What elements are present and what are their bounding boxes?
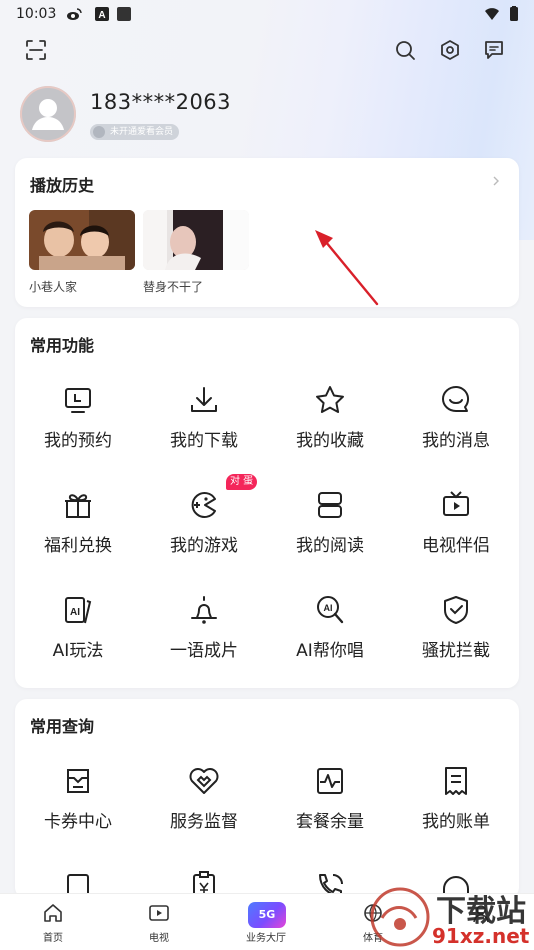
tab-label: 业务大厅 [246, 933, 286, 944]
heart-handshake-icon [189, 768, 219, 794]
ai-cards-icon: AI [65, 597, 92, 624]
shield-check-icon [444, 596, 468, 624]
vip-status-label: 未开通爱看会员 [110, 127, 174, 137]
function-tv-companion[interactable]: 电视伴侣 [393, 489, 519, 579]
5g-icon: 5G [248, 902, 286, 928]
query-service-supervision[interactable]: 服务监督 [141, 765, 267, 855]
vip-icon [93, 126, 105, 138]
common-functions-title: 常用功能 [30, 336, 95, 355]
function-label: 我的阅读 [296, 536, 364, 556]
top-toolbar [0, 36, 534, 66]
bill-icon [445, 767, 467, 795]
wifi-icon [485, 8, 499, 20]
gear-icon [441, 40, 459, 60]
history-thumb-2[interactable] [143, 210, 249, 270]
function-favorites[interactable]: 我的收藏 [267, 384, 393, 474]
function-label: 电视伴侣 [422, 536, 490, 556]
query-label: 套餐余量 [296, 812, 364, 832]
user-phone[interactable]: 183****2063 [90, 90, 231, 114]
annotation-arrow-icon [315, 230, 379, 306]
query-coupons[interactable]: 卡券中心 [15, 765, 141, 855]
function-label: 我的消息 [422, 431, 490, 451]
function-label: AI帮你唱 [296, 641, 364, 661]
vip-status-badge[interactable]: 未开通爱看会员 [90, 124, 180, 140]
function-download[interactable]: 我的下载 [141, 384, 267, 474]
tab-label: 电视 [149, 933, 169, 944]
game-icon [191, 492, 216, 518]
weibo-icon [67, 8, 82, 20]
star-icon [316, 386, 344, 413]
tab-label: 首页 [43, 933, 63, 944]
tv-icon [149, 905, 169, 921]
settings-button[interactable] [436, 36, 464, 64]
status-time: 10:03 [16, 6, 57, 22]
avatar[interactable] [20, 86, 76, 142]
battery-icon [510, 6, 518, 21]
function-ai-play[interactable]: AI AI玩法 [15, 594, 141, 684]
history-label-1: 小巷人家 [29, 280, 78, 294]
game-badge: 对 蛋 [226, 474, 258, 490]
tab-business-hall[interactable]: 5G 业务大厅 [213, 894, 319, 950]
function-reservation[interactable]: 我的预约 [15, 384, 141, 474]
query-plan-balance[interactable]: 套餐余量 [267, 765, 393, 855]
query-label: 我的账单 [422, 812, 490, 832]
a-letter-icon: A [95, 7, 109, 21]
common-queries-title: 常用查询 [30, 717, 95, 736]
function-rewards[interactable]: 福利兑换 [15, 489, 141, 579]
svg-text:AI: AI [70, 607, 80, 618]
function-label: 骚扰拦截 [422, 641, 490, 661]
function-label: 我的下载 [170, 431, 238, 451]
user-avatar-icon [20, 86, 76, 142]
scan-button[interactable] [22, 36, 50, 64]
common-queries-card: 常用查询 卡券中心 服务监督 套餐余量 我的账单 [15, 699, 519, 899]
bell-icon [191, 596, 217, 624]
function-messages[interactable]: 我的消息 [393, 384, 519, 474]
function-label: 我的游戏 [170, 536, 238, 556]
tv-play-icon [443, 491, 469, 516]
download-icon [191, 387, 217, 412]
history-card: 播放历史 小巷人家 替身不干了 [15, 158, 519, 307]
query-my-bill[interactable]: 我的账单 [393, 765, 519, 855]
tab-tv[interactable]: 电视 [106, 894, 212, 950]
function-ai-sing[interactable]: AI AI帮你唱 [267, 594, 393, 684]
history-thumb-image [143, 210, 249, 270]
message-smile-icon [442, 385, 470, 412]
coupon-icon [67, 769, 89, 793]
watermark-url: 91xz.net [432, 924, 530, 948]
chat-icon [485, 41, 503, 59]
chevron-right-icon[interactable] [491, 176, 501, 186]
query-label: 服务监督 [170, 812, 238, 832]
tab-home[interactable]: 首页 [0, 894, 106, 950]
ai-mic-icon: AI [317, 596, 344, 624]
search-icon [396, 41, 415, 60]
function-label: 我的预约 [44, 431, 112, 451]
query-label: 卡券中心 [44, 812, 112, 832]
status-bar: 10:03 A [0, 0, 534, 28]
function-label: 我的收藏 [296, 431, 364, 451]
function-label: 一语成片 [170, 641, 238, 661]
home-icon [44, 904, 62, 922]
history-thumb-image [29, 210, 135, 270]
svg-text:A: A [98, 10, 105, 21]
scan-icon [26, 40, 46, 60]
function-spam-block[interactable]: 骚扰拦截 [393, 594, 519, 684]
history-thumb-1[interactable] [29, 210, 135, 270]
search-button[interactable] [391, 36, 419, 64]
pulse-icon [317, 768, 343, 794]
function-label: AI玩法 [52, 641, 104, 661]
history-label-2: 替身不干了 [143, 280, 204, 294]
history-title: 播放历史 [30, 176, 95, 195]
function-label: 福利兑换 [44, 536, 112, 556]
gift-icon [65, 494, 91, 518]
common-functions-card: 常用功能 我的预约 我的下载 我的收藏 我的消息 福利兑换 我的游戏 我的阅读 … [15, 318, 519, 688]
tv-clock-icon [65, 388, 91, 413]
site-watermark: 下载站 91xz.net [360, 884, 534, 950]
app-square-icon [117, 7, 131, 21]
svg-text:AI: AI [324, 603, 333, 613]
function-games[interactable]: 我的游戏 [141, 489, 267, 579]
function-one-line-film[interactable]: 一语成片 [141, 594, 267, 684]
book-icon [318, 492, 342, 518]
feedback-button[interactable] [480, 36, 508, 64]
function-reading[interactable]: 我的阅读 [267, 489, 393, 579]
